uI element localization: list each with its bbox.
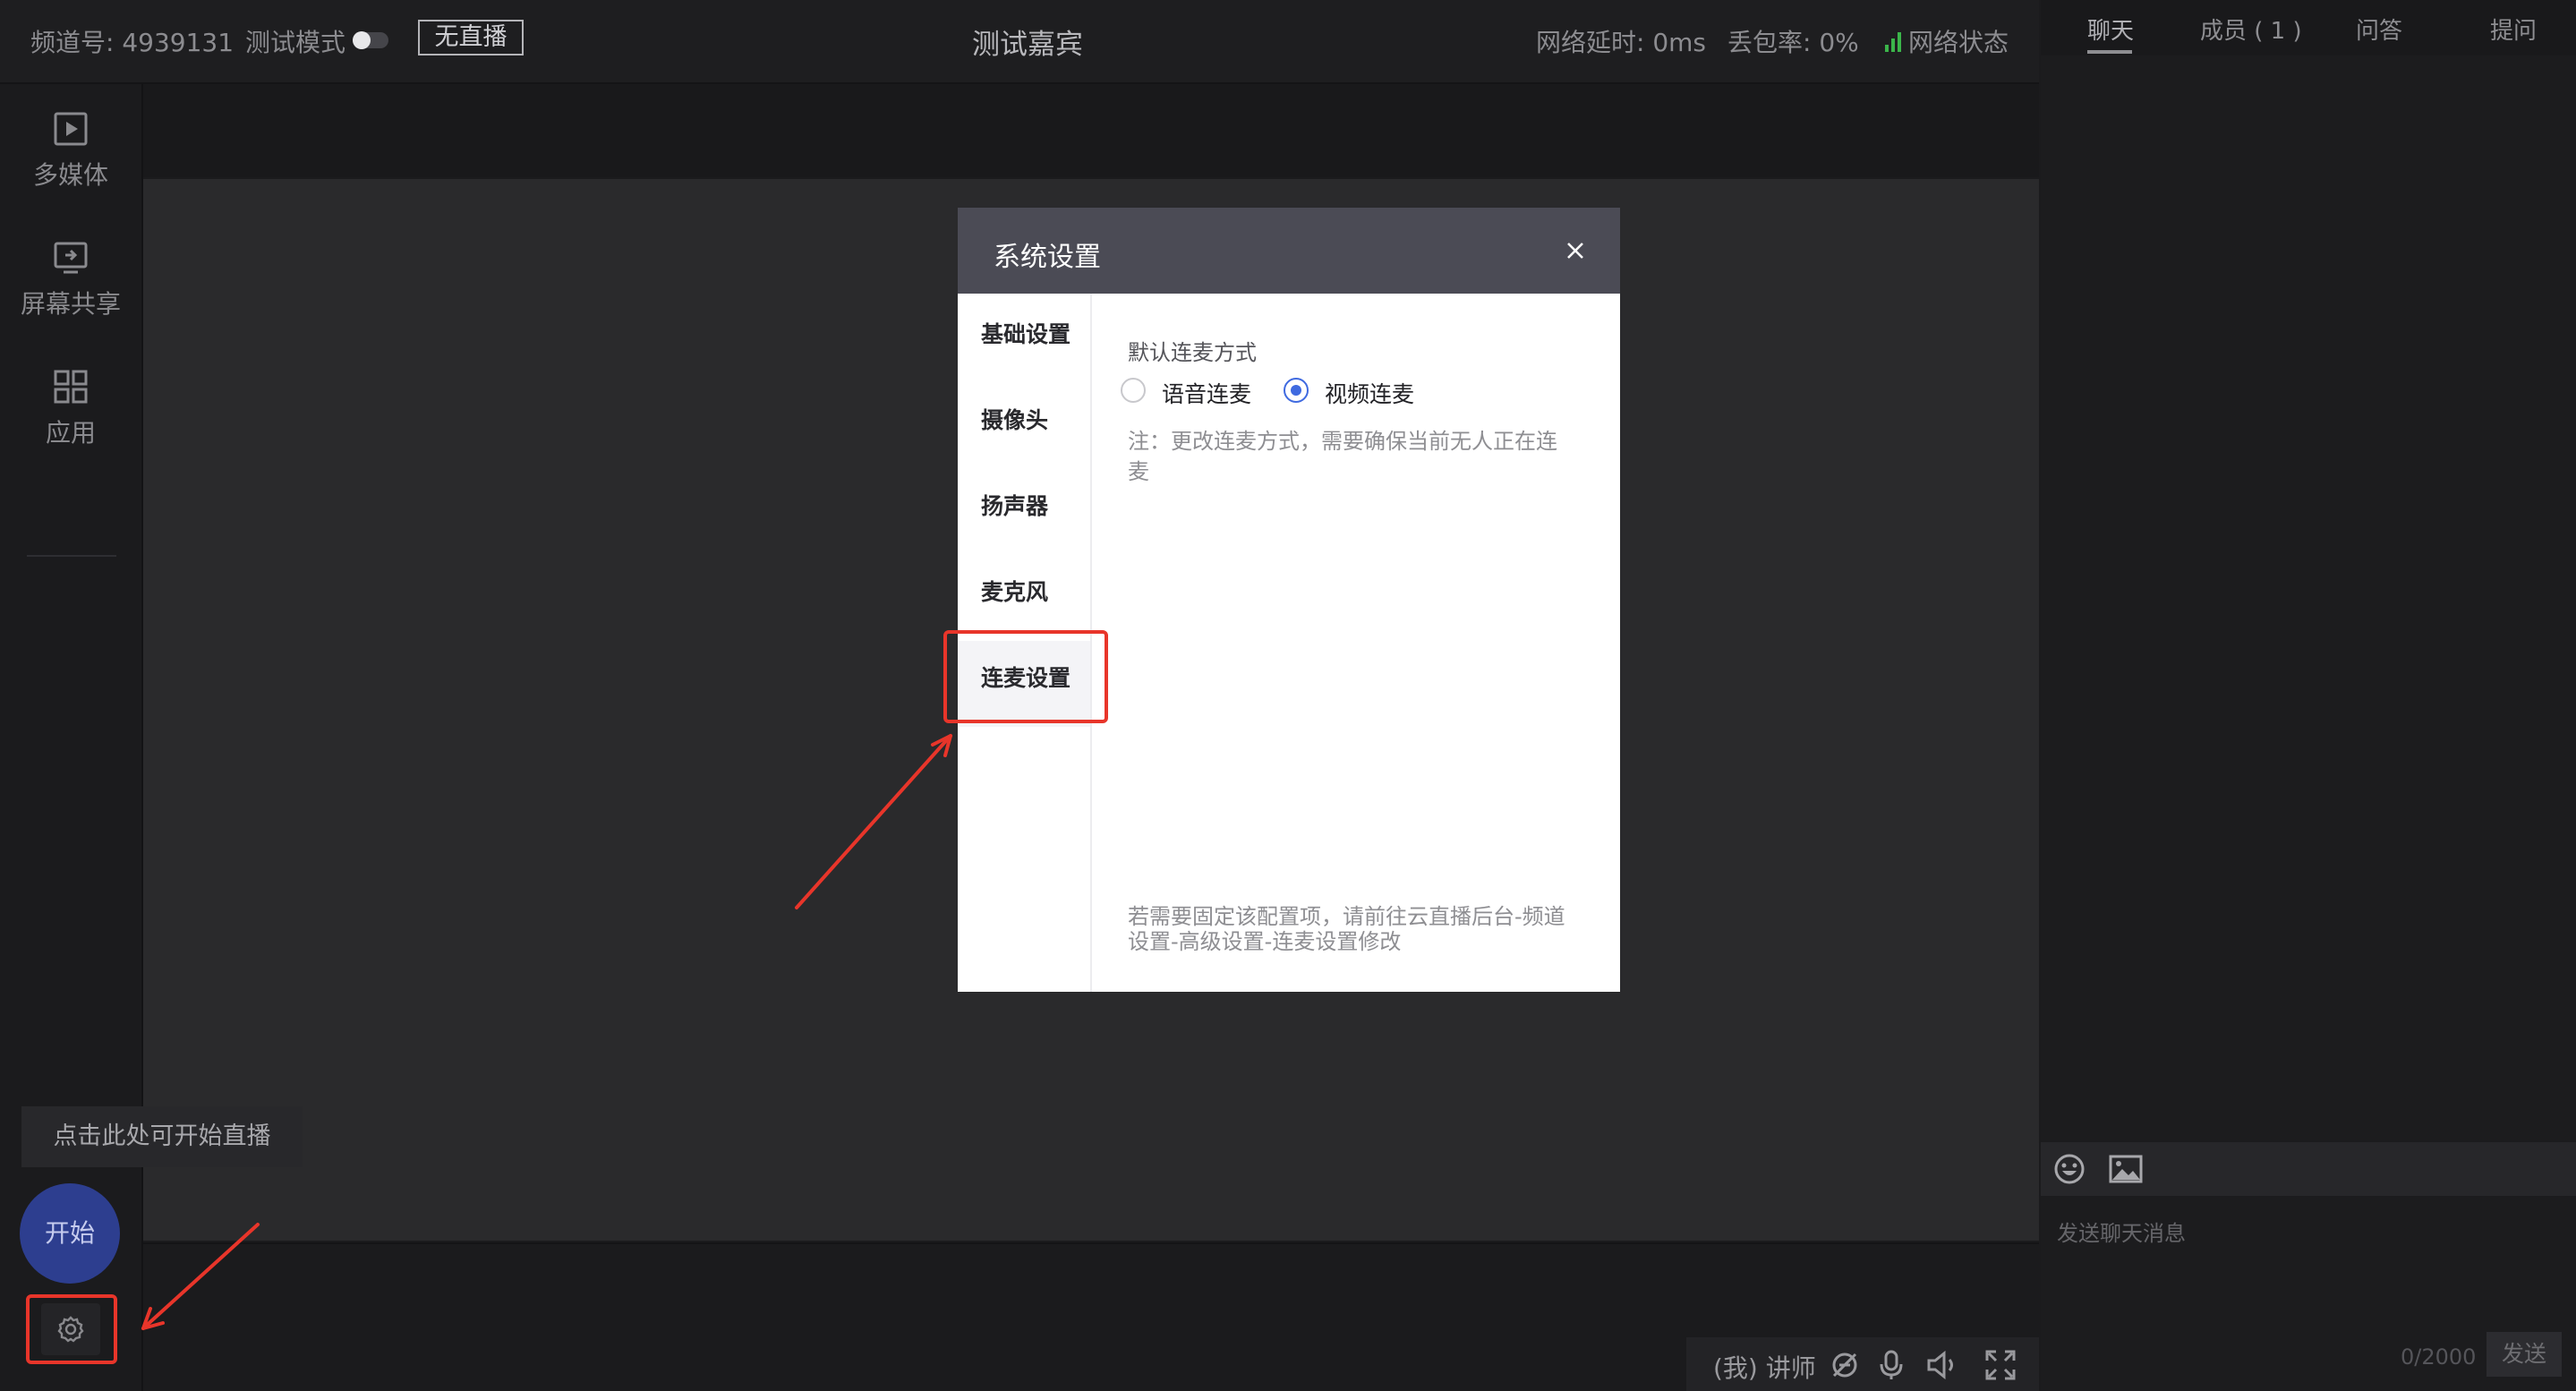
co-host-note: 注：更改连麦方式，需要确保当前无人正在连麦 (1128, 429, 1557, 484)
sidebar-item-screen-share[interactable]: 屏幕共享 (0, 240, 141, 320)
microphone-icon[interactable] (1878, 1350, 1905, 1380)
page-title: 测试嘉宾 (972, 29, 1083, 61)
sidebar-divider (27, 555, 116, 557)
right-panel: 聊天 成员 ( 1 ) 问答 提问 发送聊天消息 0/2000 发送 (2041, 0, 2576, 1391)
camera-off-icon[interactable] (1830, 1350, 1860, 1380)
packet-loss: 丢包率: 0% (1727, 28, 1859, 57)
test-mode-toggle[interactable] (353, 31, 388, 49)
apps-grid-icon (54, 370, 88, 404)
radio-audio-co-host[interactable] (1121, 378, 1146, 403)
dialog-title: 系统设置 (994, 242, 1101, 273)
start-hint-tooltip: 点击此处可开始直播 (21, 1106, 303, 1167)
nav-item-camera[interactable]: 摄像头 (981, 403, 1048, 435)
nav-item-speaker[interactable]: 扬声器 (981, 489, 1048, 521)
sidebar-item-label: 应用 (45, 418, 96, 448)
nav-item-basic[interactable]: 基础设置 (981, 317, 1070, 349)
stage-bottom-strip (143, 1242, 2039, 1337)
send-button[interactable]: 发送 (2486, 1332, 2562, 1377)
emoji-icon[interactable] (2053, 1153, 2086, 1185)
footer-note: 若需要固定该配置项，请前往云直播后台-频道设置-高级设置-连麦设置修改 (1128, 904, 1565, 954)
radio-label-audio[interactable]: 语音连麦 (1162, 377, 1251, 409)
chat-toolbar (2041, 1142, 2576, 1196)
nav-item-microphone[interactable]: 麦克风 (981, 575, 1048, 607)
network-latency: 网络延时: 0ms (1536, 28, 1707, 57)
settings-highlight-box (26, 1294, 117, 1364)
test-mode-label: 测试模式 (245, 28, 346, 57)
tab-ask[interactable]: 提问 (2490, 13, 2537, 46)
screen-share-icon (54, 242, 88, 274)
chat-input[interactable]: 发送聊天消息 (2057, 1216, 2186, 1247)
main-top-strip (143, 84, 2039, 177)
live-status-badge: 无直播 (418, 20, 524, 55)
tab-qa[interactable]: 问答 (2356, 13, 2402, 46)
co-host-highlight-box (943, 630, 1108, 723)
image-icon[interactable] (2109, 1153, 2143, 1185)
radio-label-video[interactable]: 视频连麦 (1325, 377, 1414, 409)
play-icon (54, 112, 88, 146)
top-bar: 频道号: 4939131 测试模式 无直播 测试嘉宾 网络延时: 0ms 丢包率… (0, 0, 2039, 84)
channel-number: 频道号: 4939131 (30, 28, 235, 57)
signal-icon (1885, 30, 1903, 52)
network-status[interactable]: 网络状态 (1908, 23, 2009, 59)
fullscreen-icon[interactable] (1985, 1350, 2016, 1380)
radio-video-co-host[interactable] (1284, 378, 1309, 403)
sidebar-item-label: 多媒体 (32, 160, 108, 190)
user-controls: (我) 讲师 (1686, 1337, 2039, 1391)
tab-members[interactable]: 成员 ( 1 ) (2200, 13, 2302, 46)
sidebar-item-label: 屏幕共享 (20, 289, 121, 319)
sidebar-item-multimedia[interactable]: 多媒体 (0, 111, 141, 192)
sidebar-item-apps[interactable]: 应用 (0, 369, 141, 449)
current-user-label: (我) 讲师 (1713, 1353, 1816, 1383)
active-tab-indicator (2087, 50, 2132, 54)
start-live-button[interactable]: 开始 (20, 1183, 120, 1284)
dialog-header: 系统设置 (958, 208, 1620, 294)
char-counter: 0/2000 (2401, 1344, 2477, 1370)
close-icon[interactable] (1563, 238, 1588, 263)
system-settings-dialog: 系统设置 基础设置 摄像头 扬声器 麦克风 连麦设置 默认连麦方式 语音连麦 视… (958, 208, 1620, 992)
section-label: 默认连麦方式 (1128, 340, 1257, 365)
speaker-icon[interactable] (1926, 1350, 1958, 1380)
tab-chat[interactable]: 聊天 (2087, 13, 2134, 46)
right-panel-tabs: 聊天 成员 ( 1 ) 问答 提问 (2041, 0, 2576, 55)
